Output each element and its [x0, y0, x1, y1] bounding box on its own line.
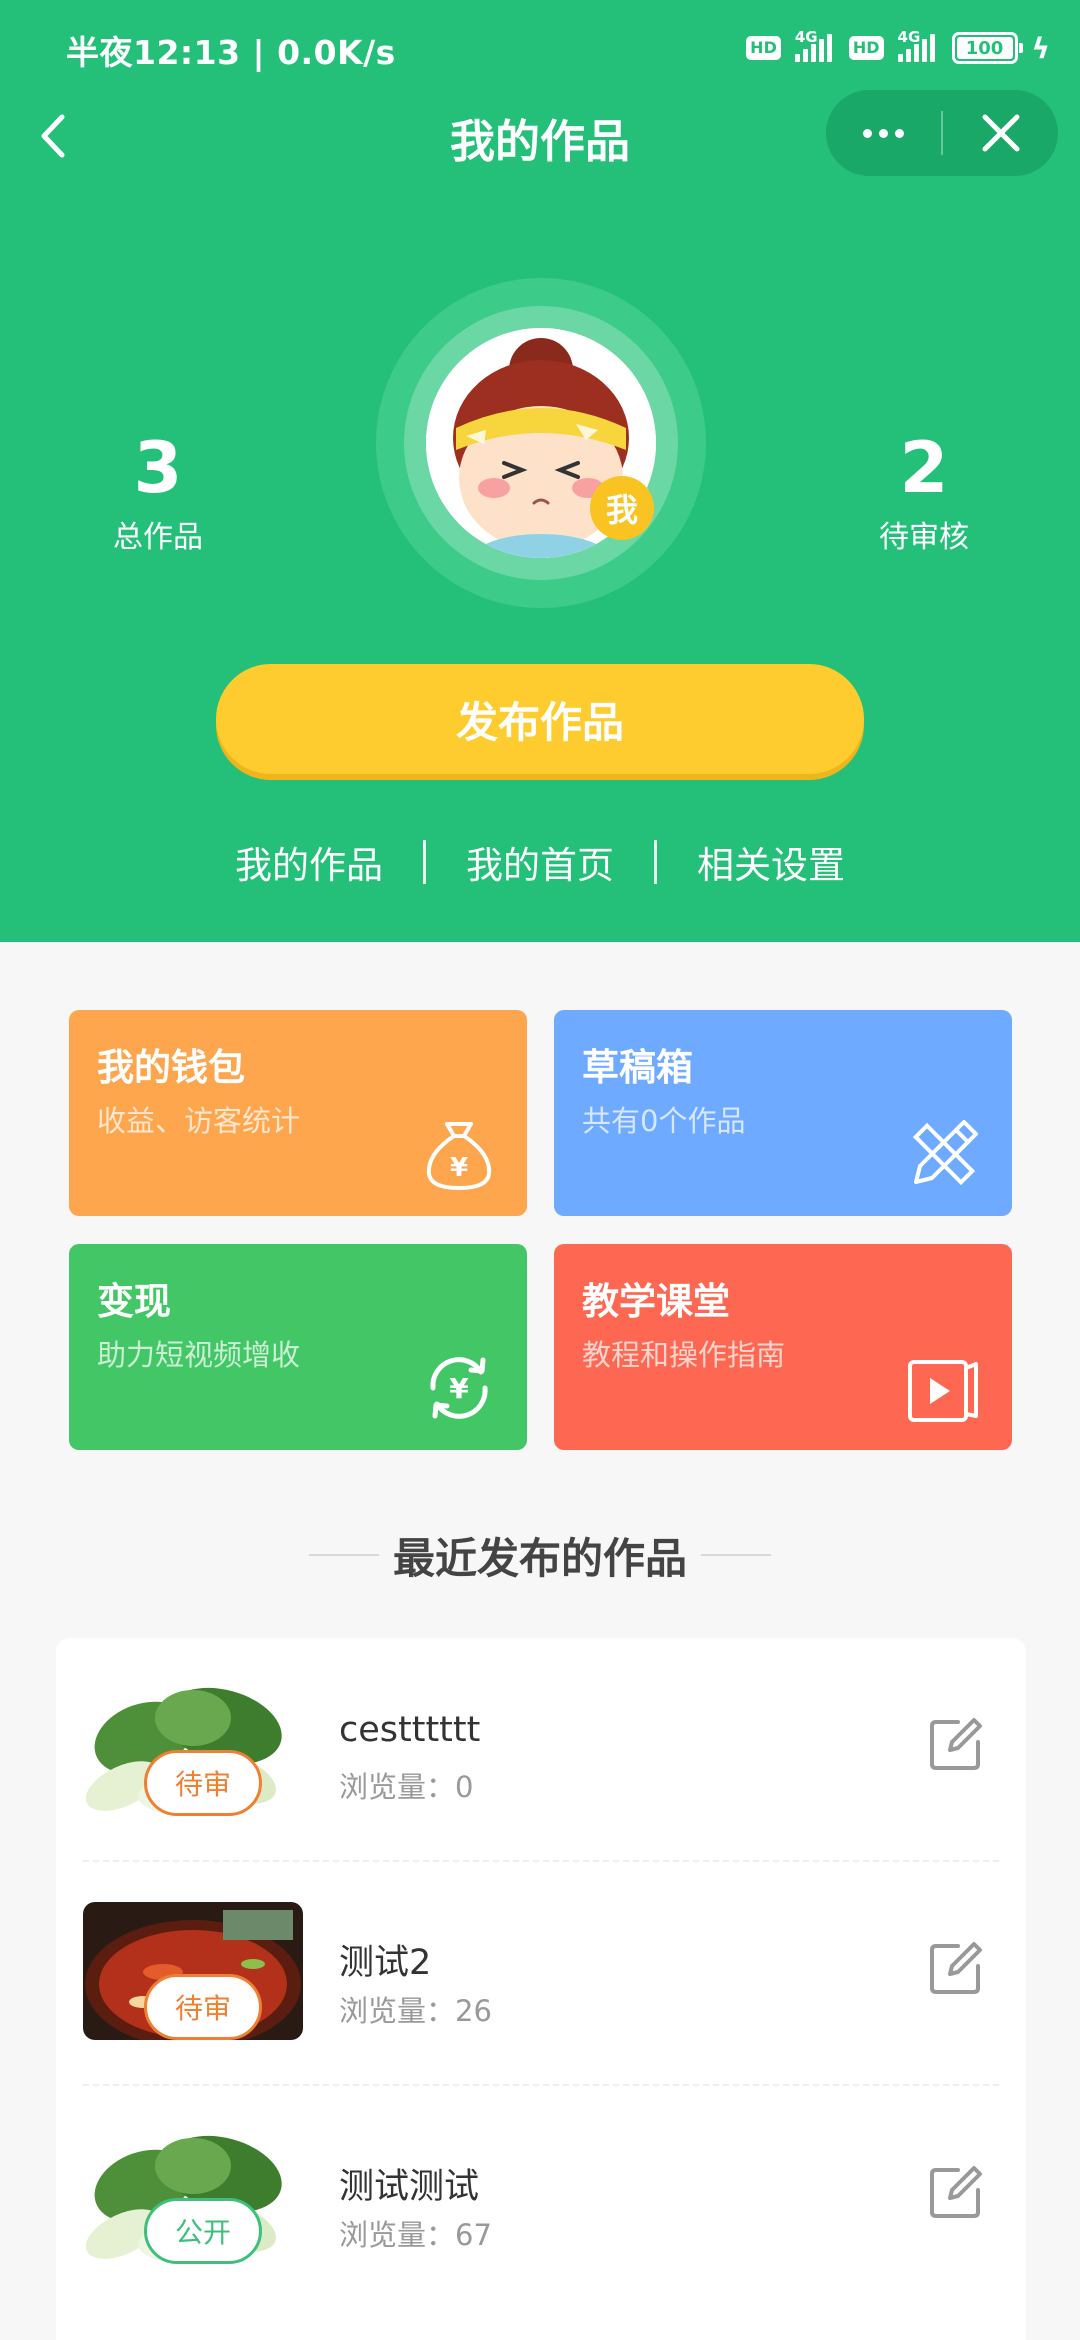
stat-pending-label: 待审核	[879, 520, 969, 555]
stat-total-works: 3 总作品	[58, 428, 258, 556]
card-monetize[interactable]: 变现 助力短视频增收 ¥	[69, 1244, 527, 1450]
me-badge: 我	[590, 476, 654, 540]
status-badge: 公开	[144, 2198, 262, 2264]
close-icon	[982, 114, 1019, 152]
svg-text:¥: ¥	[449, 1372, 469, 1405]
link-settings[interactable]: 相关设置	[697, 835, 845, 889]
hd-icon: HD	[746, 36, 781, 60]
link-my-works[interactable]: 我的作品	[235, 835, 383, 889]
link-separator	[654, 840, 657, 884]
status-time-speed: 半夜12:13 | 0.0K/s	[66, 33, 396, 72]
publish-work-button[interactable]: 发布作品	[216, 664, 864, 774]
section-title: 最近发布的作品	[392, 1533, 687, 1583]
mini-program-capsule	[826, 90, 1058, 176]
signal-icon: 4G	[794, 28, 835, 62]
edit-icon[interactable]	[928, 1940, 984, 1996]
yuan-refresh-icon: ¥	[430, 1357, 488, 1419]
list-item[interactable]: 公开 测试测试 浏览量：67	[56, 2086, 1026, 2310]
list-item[interactable]: 待审 测试2 浏览量：26	[56, 1862, 1026, 2086]
close-button[interactable]	[943, 90, 1058, 176]
status-badge: 待审	[144, 1974, 262, 2040]
card-title: 我的钱包	[97, 1046, 245, 1089]
stat-pending-review: 2 待审核	[824, 428, 1024, 556]
work-views: 浏览量：67	[339, 2218, 492, 2252]
card-title: 草稿箱	[582, 1046, 693, 1089]
header-links: 我的作品 我的首页 相关设置	[0, 832, 1080, 892]
link-my-homepage[interactable]: 我的首页	[466, 835, 614, 889]
pencil-ruler-icon	[912, 1120, 978, 1186]
edit-icon[interactable]	[928, 1716, 984, 1772]
stat-total-label: 总作品	[113, 520, 203, 555]
status-badge: 待审	[144, 1750, 262, 1816]
edit-icon[interactable]	[928, 2164, 984, 2220]
card-tutorials[interactable]: 教学课堂 教程和操作指南	[554, 1244, 1012, 1450]
video-play-icon	[908, 1360, 978, 1422]
work-views: 浏览量：0	[339, 1770, 474, 1804]
hd-icon: HD	[848, 36, 884, 60]
link-separator	[423, 840, 426, 884]
work-title: 测试2	[339, 1943, 432, 1983]
svg-text:¥: ¥	[450, 1153, 468, 1183]
card-wallet[interactable]: 我的钱包 收益、访客统计 ¥	[69, 1010, 527, 1216]
recent-works-heading: 最近发布的作品	[0, 1525, 1080, 1585]
money-bag-icon: ¥	[426, 1122, 492, 1190]
work-title: cestttttt	[339, 1710, 481, 1750]
signal-icon: 4G	[897, 28, 938, 62]
recent-works-list: 待审 cestttttt 浏览量：0 待审 测试2 浏览量：26 公开 测试测试…	[56, 1638, 1026, 2340]
card-title: 教学课堂	[582, 1280, 730, 1323]
card-drafts[interactable]: 草稿箱 共有0个作品	[554, 1010, 1012, 1216]
stat-pending-number: 2	[899, 427, 949, 509]
card-title: 变现	[97, 1280, 171, 1323]
more-button[interactable]	[826, 90, 941, 176]
status-icons: HD 4G HD 4G 100 ϟ	[746, 28, 1050, 68]
more-dots-icon	[863, 128, 904, 138]
list-item[interactable]: 待审 cestttttt 浏览量：0	[56, 1638, 1026, 1862]
status-bar: 半夜12:13 | 0.0K/s HD 4G HD 4G 100 ϟ	[0, 0, 1080, 95]
work-views: 浏览量：26	[339, 1994, 492, 2028]
battery-icon: 100	[951, 32, 1023, 64]
charging-icon: ϟ	[1031, 31, 1050, 65]
work-title: 测试测试	[339, 2167, 480, 2207]
stat-total-number: 3	[133, 427, 183, 509]
